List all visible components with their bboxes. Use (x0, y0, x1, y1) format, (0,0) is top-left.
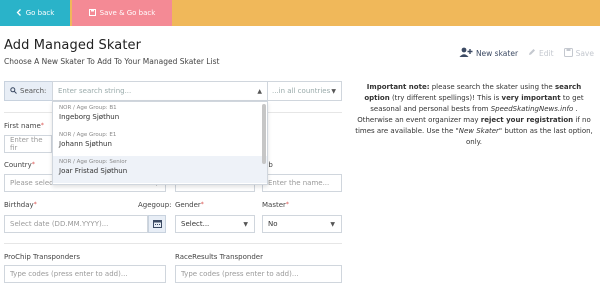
gender-value: Select... (181, 220, 210, 228)
note-text: (try different spellings)! This is (389, 94, 502, 102)
raceresults-input[interactable]: Type codes (press enter to add)... (175, 265, 342, 283)
gender-label-text: Gender (175, 201, 201, 209)
result-name: Ingeborg Sjøthun (59, 113, 120, 121)
calendar-button[interactable] (148, 215, 166, 233)
first-name-placeholder: Enter the fir (10, 136, 43, 152)
page-title: Add Managed Skater (4, 38, 142, 53)
note-text: please search the skater using the (429, 83, 555, 91)
prochip-input[interactable]: Type codes (press enter to add)... (4, 265, 166, 283)
note-italic: SpeedSkatingNews.info (490, 105, 574, 113)
edit-label: Edit (539, 48, 554, 58)
prochip-placeholder: Type codes (press enter to add)... (10, 270, 128, 278)
birthday-label-text: Birthday (4, 201, 34, 209)
gender-label: Gender* (175, 201, 204, 209)
save-icon (88, 8, 96, 18)
birthday-placeholder: Select date (DD.MM.YYYY)... (10, 220, 109, 228)
country-filter-select[interactable]: ...in all countries ▼ (268, 81, 342, 101)
agegroup-label: Agegoup: (138, 201, 172, 209)
caret-down-icon: ▼ (330, 221, 335, 228)
divider (4, 243, 342, 244)
new-skater-label: New skater (475, 48, 519, 58)
note-bold: reject your registration (480, 116, 574, 124)
skater-search-input[interactable]: Enter search string... ▲ (52, 81, 268, 101)
raceresults-label: RaceResults Transponder (175, 253, 263, 261)
note-bold: very important (501, 94, 561, 102)
search-icon (10, 86, 17, 96)
result-meta: NOR / Age Group: E1 (59, 132, 117, 138)
raceresults-placeholder: Type codes (press enter to add)... (181, 270, 299, 278)
search-result-item[interactable]: NOR / Age Group: Senior Joar Fristad Sjø… (53, 156, 267, 183)
save-and-go-back-button[interactable]: Save & Go back (72, 0, 172, 26)
required-marker: * (40, 122, 44, 129)
note-lead: Important note: (366, 83, 430, 91)
required-marker: * (285, 201, 289, 208)
result-name: Joar Fristad Sjøthun (59, 167, 128, 175)
search-result-item[interactable]: NOR / Age Group: E1 Johann Sjøthun (53, 129, 267, 156)
first-name-label: First name* (4, 122, 44, 130)
search-results-dropdown: NOR / Age Group: B1 Ingeborg Sjøthun NOR… (52, 101, 268, 185)
save-button[interactable]: Save (563, 47, 594, 59)
page-subtitle: Choose A New Skater To Add To Your Manag… (4, 57, 220, 66)
country-filter-value: ...in all countries (272, 87, 331, 95)
add-user-icon (459, 47, 473, 59)
chevron-left-icon (16, 8, 22, 18)
required-marker: * (200, 201, 204, 208)
save-label: Save (575, 48, 594, 58)
go-back-button[interactable]: Go back (0, 0, 70, 26)
gender-select[interactable]: Select... ▼ (175, 215, 255, 233)
required-marker: * (31, 161, 35, 168)
save-and-go-back-label: Save & Go back (99, 9, 156, 17)
first-name-label-text: First name (4, 122, 41, 130)
search-placeholder: Enter search string... (58, 87, 132, 95)
go-back-label: Go back (25, 9, 55, 17)
birthday-input[interactable]: Select date (DD.MM.YYYY)... (4, 215, 148, 233)
master-value: No (268, 220, 278, 228)
dropdown-scrollbar[interactable] (262, 104, 266, 164)
new-skater-button[interactable]: New skater (459, 47, 518, 59)
prochip-label: ProChip Transponders (4, 253, 80, 261)
country-label-text: Country (4, 161, 32, 169)
master-label-text: Master (262, 201, 286, 209)
edit-button[interactable]: Edit (528, 48, 554, 58)
search-label-text: Search: (20, 87, 47, 95)
pencil-icon (528, 48, 536, 58)
caret-down-icon: ▼ (331, 88, 336, 95)
result-name: Johann Sjøthun (59, 140, 112, 148)
action-bar: New skater Edit Save (459, 47, 594, 59)
note-italic: "New Skater" (455, 127, 503, 135)
birthday-label: Birthday* (4, 201, 37, 209)
caret-up-icon: ▲ (257, 88, 262, 95)
master-label: Master* (262, 201, 289, 209)
search-result-item[interactable]: NOR / Age Group: B1 Ingeborg Sjøthun (53, 102, 267, 129)
club-input[interactable]: Enter the name... (262, 174, 342, 192)
calendar-icon (152, 219, 162, 230)
country-label: Country* (4, 161, 35, 169)
first-name-input[interactable]: Enter the fir (4, 135, 52, 153)
search-label-addon: Search: (4, 81, 52, 101)
club-placeholder: Enter the name... (268, 179, 330, 187)
result-meta: NOR / Age Group: B1 (59, 105, 117, 111)
caret-down-icon: ▼ (243, 221, 248, 228)
master-select[interactable]: No ▼ (262, 215, 342, 233)
skater-search-bar: Search: Enter search string... ▲ ...in a… (4, 81, 342, 101)
required-marker: * (33, 201, 37, 208)
floppy-icon (563, 47, 573, 59)
important-note: Important note: please search the skater… (354, 82, 594, 148)
result-meta: NOR / Age Group: Senior (59, 159, 127, 165)
